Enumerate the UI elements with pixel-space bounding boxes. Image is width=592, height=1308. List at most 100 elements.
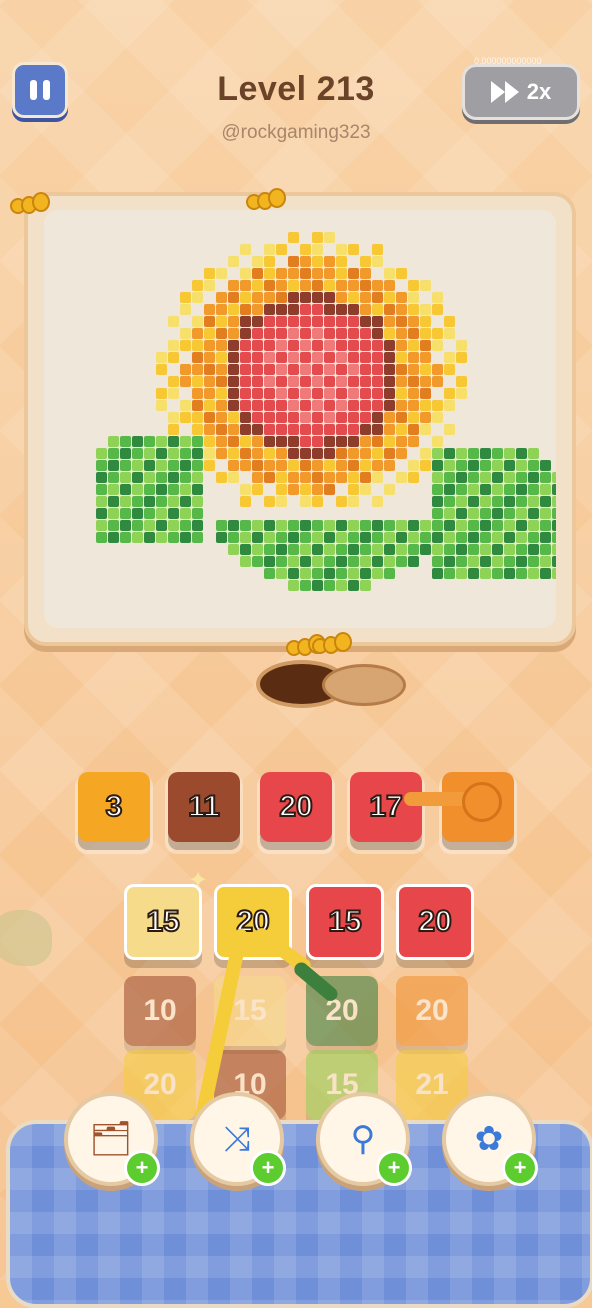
pixel-cell — [228, 364, 239, 375]
pixel-cell — [360, 580, 371, 591]
pixel-cell — [192, 280, 203, 291]
pixel-cell — [432, 448, 443, 459]
pixel-cell — [372, 388, 383, 399]
pixel-cell — [492, 568, 503, 579]
plus-icon[interactable]: + — [250, 1150, 286, 1186]
pixel-cell — [156, 472, 167, 483]
pixel-cell — [408, 544, 419, 555]
pixel-cell — [360, 448, 371, 459]
pixel-cell — [264, 292, 275, 303]
pixel-cell — [252, 364, 263, 375]
pixel-cell — [180, 364, 191, 375]
pixel-cell — [144, 448, 155, 459]
cards-icon: 🗂 — [89, 1120, 133, 1158]
pixel-cell — [348, 520, 359, 531]
pixel-cell — [372, 316, 383, 327]
queue-tile[interactable]: 11 — [168, 772, 240, 842]
puzzle-canvas — [44, 210, 556, 628]
pixel-cell — [384, 400, 395, 411]
pixel-cell — [408, 520, 419, 531]
pixel-cell — [444, 316, 455, 327]
pixel-cell — [300, 520, 311, 531]
pixel-cell — [456, 484, 467, 495]
grid-tile[interactable]: 15 — [124, 884, 202, 960]
pixel-cell — [156, 364, 167, 375]
pixel-cell — [240, 304, 251, 315]
pixel-cell — [420, 376, 431, 387]
pixel-cell — [216, 328, 227, 339]
pixel-cell — [372, 400, 383, 411]
pixel-cell — [204, 436, 215, 447]
pixel-cell — [216, 340, 227, 351]
pixel-cell — [144, 472, 155, 483]
pixel-cell — [240, 556, 251, 567]
pixel-cell — [204, 376, 215, 387]
pixel-cell — [324, 316, 335, 327]
pixel-cell — [432, 496, 443, 507]
grid-tile[interactable]: 20 — [396, 976, 468, 1046]
pixel-cell — [168, 352, 179, 363]
pixel-cell — [384, 424, 395, 435]
pixel-cell — [456, 352, 467, 363]
pixel-cell — [108, 496, 119, 507]
pixel-cell — [108, 436, 119, 447]
pixel-cell — [252, 556, 263, 567]
speed-button[interactable]: 2x — [462, 64, 580, 120]
pixel-cell — [324, 400, 335, 411]
pixel-cell — [384, 364, 395, 375]
pixel-cell — [360, 256, 371, 267]
pixel-cell — [324, 292, 335, 303]
plus-icon[interactable]: + — [124, 1150, 160, 1186]
pixel-cell — [516, 520, 527, 531]
pixel-cell — [288, 256, 299, 267]
grid-tile[interactable]: 15 — [306, 884, 384, 960]
pixel-cell — [276, 412, 287, 423]
pixel-cell — [336, 544, 347, 555]
pixel-cell — [360, 544, 371, 555]
pixel-cell — [180, 292, 191, 303]
pixel-cell — [468, 556, 479, 567]
plus-icon[interactable]: + — [502, 1150, 538, 1186]
pixel-cell — [264, 328, 275, 339]
grid-tile[interactable]: 20 — [396, 884, 474, 960]
pixel-cell — [540, 508, 551, 519]
pixel-cell — [336, 364, 347, 375]
pixel-cell — [312, 388, 323, 399]
pixel-cell — [468, 472, 479, 483]
pixel-cell — [516, 556, 527, 567]
pixel-cell — [276, 244, 287, 255]
pixel-cell — [312, 412, 323, 423]
pixel-cell — [276, 340, 287, 351]
pixel-cell — [456, 532, 467, 543]
pixel-cell — [300, 316, 311, 327]
pixel-cell — [348, 580, 359, 591]
queue-tile[interactable]: 3 — [78, 772, 150, 842]
pixel-cell — [252, 436, 263, 447]
grid-tile[interactable]: 10 — [124, 976, 196, 1046]
pixel-cell — [336, 244, 347, 255]
pixel-cell — [132, 508, 143, 519]
pixel-cell — [480, 556, 491, 567]
pixel-cell — [312, 436, 323, 447]
pixel-cell — [288, 568, 299, 579]
pixel-cell — [240, 292, 251, 303]
pixel-cell — [120, 532, 131, 543]
pixel-cell — [336, 424, 347, 435]
pixel-cell — [276, 328, 287, 339]
pixel-cell — [444, 484, 455, 495]
pixel-cell — [240, 412, 251, 423]
pixel-cell — [336, 256, 347, 267]
queue-tile[interactable]: 17 — [350, 772, 422, 842]
pixel-cell — [492, 472, 503, 483]
pixel-cell — [168, 448, 179, 459]
pixel-cell — [264, 316, 275, 327]
pixel-cell — [216, 352, 227, 363]
pixel-cell — [396, 436, 407, 447]
pixel-cell — [396, 424, 407, 435]
pixel-cell — [324, 268, 335, 279]
pixel-cell — [504, 496, 515, 507]
plus-icon[interactable]: + — [376, 1150, 412, 1186]
queue-tile[interactable]: 20 — [260, 772, 332, 842]
pixel-cell — [408, 532, 419, 543]
pixel-cell — [228, 532, 239, 543]
